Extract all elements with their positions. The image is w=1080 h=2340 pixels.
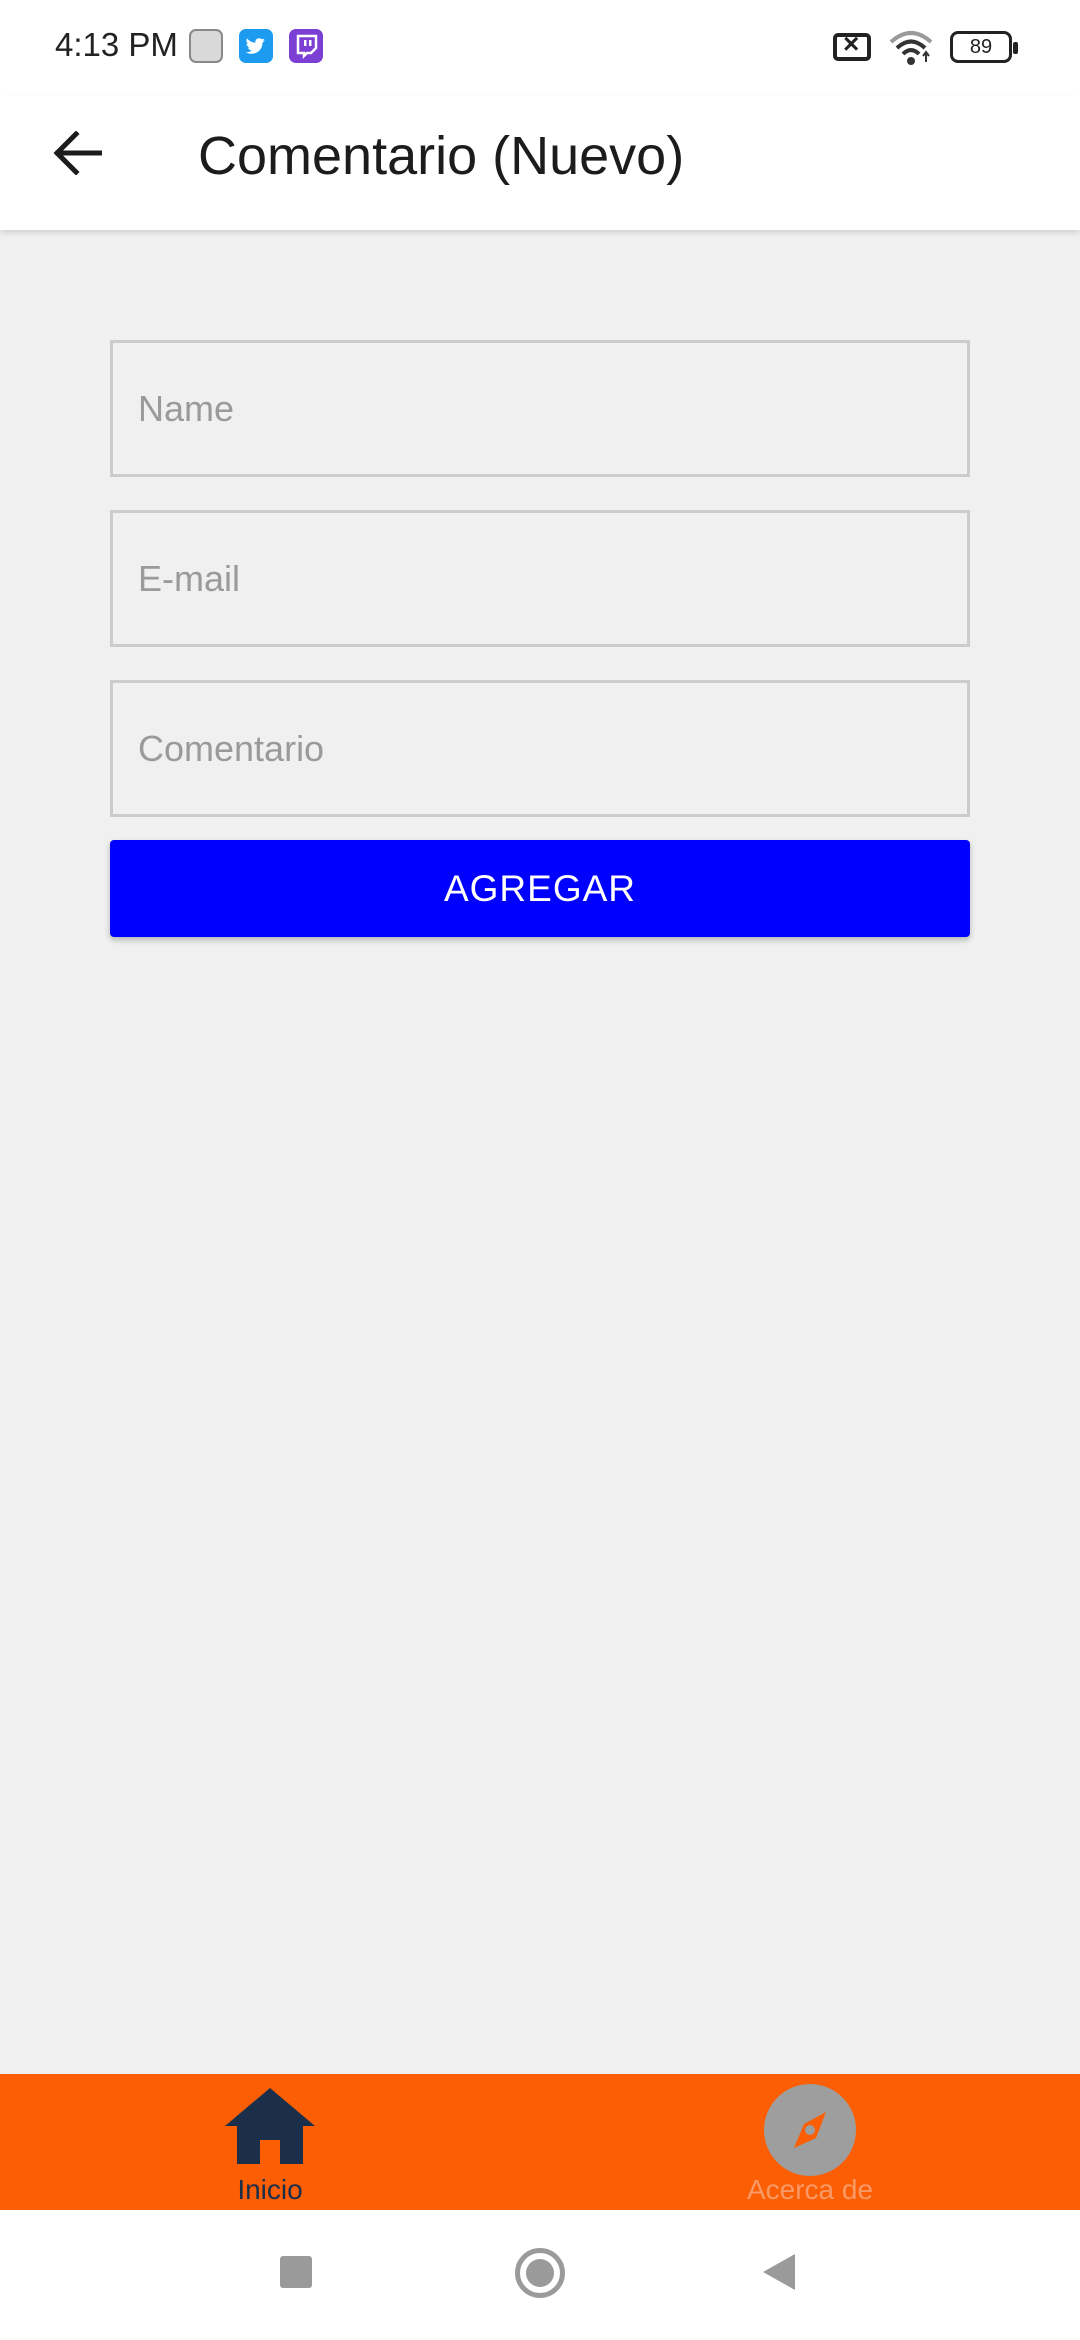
email-field-container xyxy=(110,510,970,647)
nav-item-inicio[interactable]: Inicio xyxy=(170,2074,370,2210)
comment-input[interactable] xyxy=(138,727,967,770)
name-field-container xyxy=(110,340,970,477)
app-bar: Comentario (Nuevo) xyxy=(0,96,1080,230)
nav-label-inicio: Inicio xyxy=(237,2174,303,2205)
no-sim-icon xyxy=(833,28,871,61)
system-nav-bar xyxy=(0,2210,1080,2340)
twitch-icon xyxy=(289,29,323,63)
page-title: Comentario (Nuevo) xyxy=(198,126,685,186)
name-input[interactable] xyxy=(138,387,967,430)
battery-level: 89 xyxy=(969,36,993,58)
status-time: 4:13 PM xyxy=(55,26,178,63)
home-button[interactable] xyxy=(515,2248,565,2298)
status-bar: 4:13 PM 89 xyxy=(0,0,1080,96)
back-button[interactable] xyxy=(40,116,114,190)
compass-icon xyxy=(764,2084,856,2176)
email-input[interactable] xyxy=(138,557,967,600)
comment-form: AGREGAR xyxy=(110,340,970,937)
comment-field-container xyxy=(110,680,970,817)
twitter-icon xyxy=(239,29,273,63)
home-icon xyxy=(225,2088,315,2164)
system-back-button[interactable] xyxy=(763,2254,795,2290)
app-notification-icon xyxy=(189,29,223,63)
battery-icon: 89 xyxy=(950,31,1018,63)
nav-item-acerca-de[interactable]: Acerca de xyxy=(710,2074,910,2210)
wifi-icon xyxy=(888,28,934,68)
add-button[interactable]: AGREGAR xyxy=(110,840,970,937)
recent-apps-button[interactable] xyxy=(280,2256,312,2288)
bottom-nav: Inicio Acerca de xyxy=(0,2074,1080,2210)
arrow-back-icon xyxy=(53,131,102,175)
nav-label-acerca-de: Acerca de xyxy=(746,2174,874,2205)
